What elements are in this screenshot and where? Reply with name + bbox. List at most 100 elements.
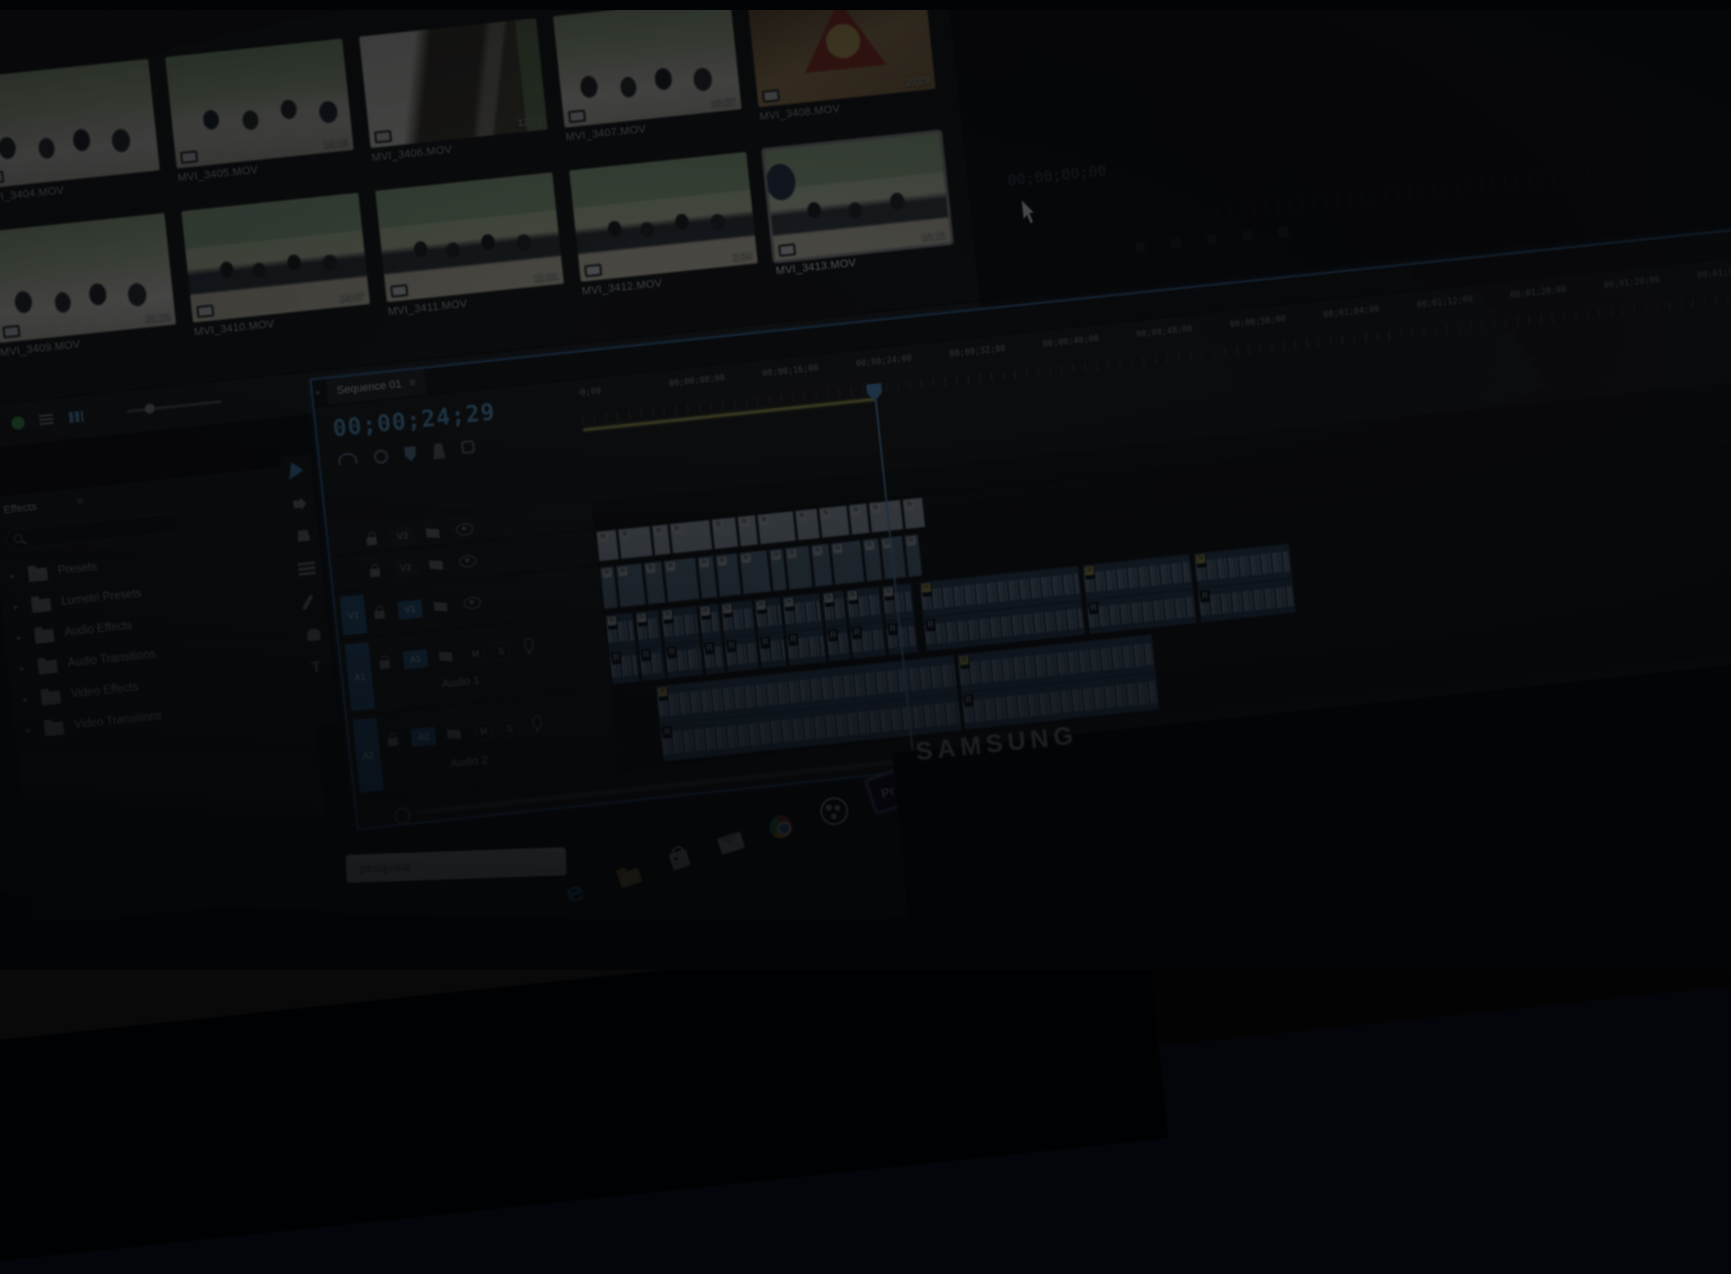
voiceover-mic-icon[interactable]	[523, 637, 535, 652]
timeline-clip[interactable]: fxLR	[660, 605, 704, 680]
lock-icon[interactable]	[369, 568, 381, 578]
media-item[interactable]: 13;11 MVI_3406.MOV	[358, 17, 557, 164]
track-name-audio1[interactable]: Audio 1	[442, 675, 480, 691]
scrollbar-handle[interactable]	[392, 806, 412, 826]
effects-search-input[interactable]	[5, 512, 179, 551]
sync-lock-icon[interactable]	[439, 650, 453, 662]
timeline-clip[interactable]: fxLR	[919, 565, 1086, 653]
timeline-clip[interactable]: fxLR	[1082, 553, 1197, 636]
chevron-right-icon[interactable]: ▸	[26, 725, 32, 736]
timeline-clip[interactable]: fx	[830, 540, 865, 585]
mark-out-icon[interactable]	[1170, 237, 1182, 249]
tab-effects[interactable]: Effects	[3, 501, 38, 516]
taskbar-search-input[interactable]: pesquisar	[345, 847, 567, 883]
list-view-icon[interactable]	[38, 413, 54, 427]
timeline-clip[interactable]: fx	[862, 538, 883, 582]
lock-icon[interactable]	[387, 737, 399, 747]
timeline-clip[interactable]: fx	[818, 505, 850, 539]
chevron-right-icon[interactable]: ▸	[20, 663, 26, 674]
timeline-clip[interactable]: fx	[902, 497, 926, 530]
timeline-clip[interactable]: fx	[669, 519, 713, 554]
media-item[interactable]: 2;04 MVI_3412.MOV	[569, 151, 767, 298]
track-target-v1[interactable]: V1	[397, 599, 424, 620]
media-item[interactable]: MVI_3404.MOV	[0, 58, 169, 205]
track-select-tool-icon[interactable]	[284, 487, 317, 523]
track-target-a2[interactable]: A2	[410, 726, 437, 747]
file-explorer-icon[interactable]	[614, 862, 649, 897]
clip-thumbnail[interactable]: 13;11	[358, 18, 548, 149]
timeline-clip[interactable]: fx	[904, 533, 923, 578]
timeline-clip[interactable]: fx	[596, 529, 620, 562]
clip-thumbnail[interactable]: 2;04	[569, 151, 758, 282]
solo-button[interactable]: S	[500, 718, 519, 738]
sync-lock-icon[interactable]	[429, 559, 443, 571]
track-output-eye-icon[interactable]	[463, 596, 482, 610]
track-badge-v3[interactable]: V3	[389, 525, 416, 547]
zoom-slider[interactable]	[126, 400, 222, 414]
clip-thumbnail[interactable]: 10;27	[552, 0, 742, 128]
timeline-clip[interactable]: fxLR	[781, 592, 827, 668]
track-target-a1[interactable]: A1	[402, 649, 429, 670]
export-frame-icon[interactable]	[1277, 226, 1289, 238]
timeline-clip[interactable]: fx	[848, 503, 870, 535]
obs-icon[interactable]	[814, 792, 852, 829]
selection-tool-icon[interactable]	[281, 454, 314, 490]
clip-thumbnail[interactable]: 21;23	[0, 213, 177, 343]
clip-thumbnail[interactable]: 11;01	[375, 172, 564, 303]
timeline-clip[interactable]: fx	[711, 516, 739, 550]
chevron-right-icon[interactable]: ▸	[16, 632, 22, 643]
source-patch-a1[interactable]: A1	[344, 642, 376, 712]
linked-selection-icon[interactable]	[373, 449, 389, 465]
lock-icon[interactable]	[374, 610, 385, 620]
clip-thumbnail[interactable]: 10;29	[746, 0, 936, 108]
razor-tool-icon[interactable]	[287, 520, 320, 556]
play-icon[interactable]	[1206, 234, 1218, 246]
clip-thumbnail[interactable]: 14;07	[181, 192, 370, 323]
snap-icon[interactable]	[337, 452, 358, 466]
pen-tool-icon[interactable]	[294, 585, 327, 621]
timeline-clip[interactable]: fxLR	[604, 612, 640, 686]
clip-thumbnail[interactable]: 14;16	[165, 38, 354, 169]
track-badge-v2[interactable]: V2	[392, 557, 419, 578]
media-item-selected[interactable]: 10;15 MVI_3413.MOV	[760, 129, 961, 277]
chevron-right-icon[interactable]: ▸	[315, 387, 321, 398]
timeline-clip[interactable]: fx	[599, 565, 619, 610]
solo-button[interactable]: S	[492, 641, 511, 661]
chevron-right-icon[interactable]: ▸	[13, 601, 19, 612]
chrome-icon[interactable]	[764, 809, 799, 844]
track-output-eye-icon[interactable]	[458, 554, 477, 569]
timeline-clip[interactable]: fx	[768, 548, 788, 592]
panel-menu-icon[interactable]: ≡	[409, 377, 417, 390]
clip-thumbnail[interactable]: 10;15	[760, 129, 954, 264]
mark-in-icon[interactable]	[1134, 241, 1146, 253]
timeline-clip[interactable]: fx	[643, 560, 666, 605]
media-item[interactable]: 14;16 MVI_3405.MOV	[165, 38, 363, 184]
timeline-clip[interactable]: fx	[697, 555, 718, 599]
timeline-clip[interactable]: fxLR	[720, 599, 760, 674]
timeline-clip[interactable]: fx	[737, 514, 759, 547]
timeline-timecode[interactable]: 00;00;24;29	[332, 400, 497, 443]
add-marker-icon[interactable]	[404, 446, 417, 462]
sync-lock-icon[interactable]	[426, 527, 440, 539]
timeline-clip[interactable]: fx	[651, 524, 671, 556]
timeline-clip[interactable]: fx	[615, 563, 646, 608]
icon-view-icon[interactable]	[68, 410, 84, 424]
source-patch-a2[interactable]: A2	[352, 717, 384, 793]
source-patch-v1[interactable]: V1	[339, 594, 368, 636]
timeline-clip[interactable]: fx	[810, 543, 833, 588]
panel-menu-icon[interactable]: ≡	[77, 496, 85, 509]
mail-icon[interactable]	[713, 825, 748, 860]
voiceover-mic-icon[interactable]	[531, 715, 543, 730]
media-item[interactable]: 21;23 MVI_3409.MOV	[0, 212, 186, 359]
timeline-clip[interactable]: fx	[794, 508, 820, 541]
media-item[interactable]: 10;29 MVI_3408.MOV	[746, 0, 945, 123]
timeline-clip[interactable]: fx	[663, 557, 700, 603]
timeline-settings-wrench-icon[interactable]	[432, 443, 446, 459]
media-item[interactable]: 14;07 MVI_3410.MOV	[181, 192, 379, 339]
timeline-clip[interactable]: fxLR	[845, 586, 887, 661]
step-forward-icon[interactable]	[1242, 230, 1254, 242]
media-item[interactable]: 11;01 MVI_3411.MOV	[375, 171, 573, 318]
timeline-clip[interactable]: fxLR	[1193, 543, 1297, 624]
hand-tool-icon[interactable]	[298, 618, 331, 654]
program-mini-ruler[interactable]	[1002, 150, 1731, 243]
